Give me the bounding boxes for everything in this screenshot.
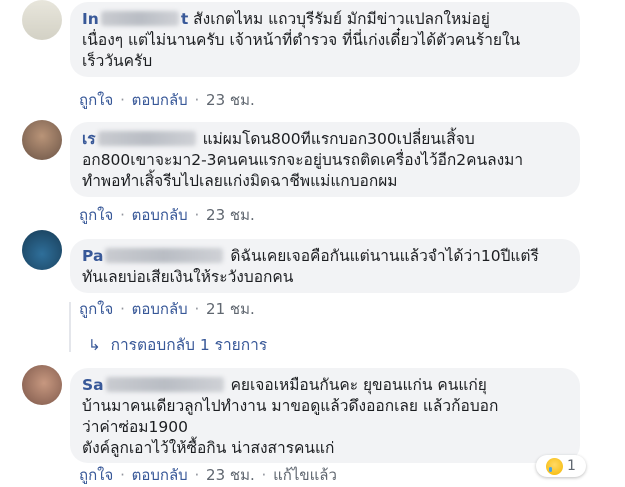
reaction-count: 1 — [567, 458, 576, 474]
comment-text-line: เนื่องๆ แต่ไม่นานครับ เจ้าหน้าที่ตำรวจ ท… — [82, 31, 521, 49]
avatar[interactable] — [22, 365, 62, 405]
comment-text-line: ว่าค่าซ่อม1900 — [82, 418, 188, 436]
comment-text-line: ทันเลยบ่อเสียเงินให้ระวังบอกคน — [82, 268, 294, 286]
like-link[interactable]: ถูกใจ — [79, 300, 113, 318]
comment-actions: ถูกใจ · ตอบกลับ · 23 ชม. — [79, 206, 255, 224]
reply-link[interactable]: ตอบกลับ — [132, 300, 188, 318]
reply-link[interactable]: ตอบกลับ — [132, 206, 188, 224]
comment-text-line: เร็ววันครับ — [82, 52, 153, 70]
comment-text-line: แม่ผมโดน800ทีแรกบอก300เปลี่ยนเสิ้จบ — [202, 130, 475, 148]
comment-bubble: Pa ดิฉันเคยเจอคือกันแต่นานแล้วจำได้ว่า10… — [70, 239, 580, 293]
avatar[interactable] — [22, 230, 62, 270]
comment-actions: ถูกใจ · ตอบกลับ · 23 ชม. — [79, 91, 255, 109]
like-link[interactable]: ถูกใจ — [79, 466, 113, 484]
comment-bubble: In t สังเกตไหม แถวบุรีรัมย์ มักมีข่าวแปลก… — [70, 2, 580, 77]
like-link[interactable]: ถูกใจ — [79, 91, 113, 109]
comment-author[interactable]: In t — [82, 10, 188, 28]
view-replies-link[interactable]: ↳ การตอบกลับ 1 รายการ — [88, 332, 267, 357]
comment-timestamp[interactable]: 21 ชม. — [206, 300, 255, 318]
comment-text-line: อก800เขาจะมา2-3คนคนแรกจะอยู่บนรถติดเครื่… — [82, 151, 524, 169]
comment-actions: ถูกใจ · ตอบกลับ · 23 ชม. · แก้ไขแล้ว — [79, 466, 337, 484]
comment-text-line: ตังค์ลูกเอาไว้ให้ซื้อกิน น่าสงสารคนแก่ — [82, 439, 335, 457]
comment-text-line: คยเจอเหมือนกันคะ ยุขอนแก่น คนแก่ยุ — [230, 376, 487, 394]
reaction-badge[interactable]: 1 — [536, 455, 586, 477]
comment-author[interactable]: เร — [82, 130, 198, 148]
reply-link[interactable]: ตอบกลับ — [132, 91, 188, 109]
comment-author[interactable]: Sa — [82, 376, 226, 394]
thread-line — [69, 302, 71, 352]
comment-text-line: บ้านมาคนเดียวลูกไปทำงาน มาขอดูแล้วดึงออก… — [82, 397, 499, 415]
comment-bubble: Sa คยเจอเหมือนกันคะ ยุขอนแก่น คนแก่ยุ บ้… — [70, 368, 580, 463]
comment-timestamp[interactable]: 23 ชม. — [206, 206, 255, 224]
comment-author[interactable]: Pa — [82, 247, 225, 265]
comment-text-line: สังเกตไหม แถวบุรีรัมย์ มักมีข่าวแปลกใหม่… — [193, 10, 490, 28]
reply-link[interactable]: ตอบกลับ — [132, 466, 188, 484]
comment-text-line: ทำพอทำเสิ้จรีบไปเลยแก่งมิดฉาชีพแม่แกบอกผ… — [82, 172, 398, 190]
comment-bubble: เร แม่ผมโดน800ทีแรกบอก300เปลี่ยนเสิ้จบ อ… — [70, 122, 580, 197]
comment-timestamp[interactable]: 23 ชม. — [206, 466, 255, 484]
comment-text-line: ดิฉันเคยเจอคือกันแต่นานแล้วจำได้ว่า10ปีแ… — [230, 247, 539, 265]
avatar[interactable] — [22, 120, 62, 160]
comment-timestamp[interactable]: 23 ชม. — [206, 91, 255, 109]
like-link[interactable]: ถูกใจ — [79, 206, 113, 224]
reply-arrow-icon: ↳ — [88, 336, 101, 354]
avatar[interactable] — [22, 0, 62, 40]
sad-emoji-icon — [546, 457, 564, 475]
edited-label[interactable]: แก้ไขแล้ว — [273, 466, 337, 484]
comment-actions: ถูกใจ · ตอบกลับ · 21 ชม. — [79, 300, 255, 318]
